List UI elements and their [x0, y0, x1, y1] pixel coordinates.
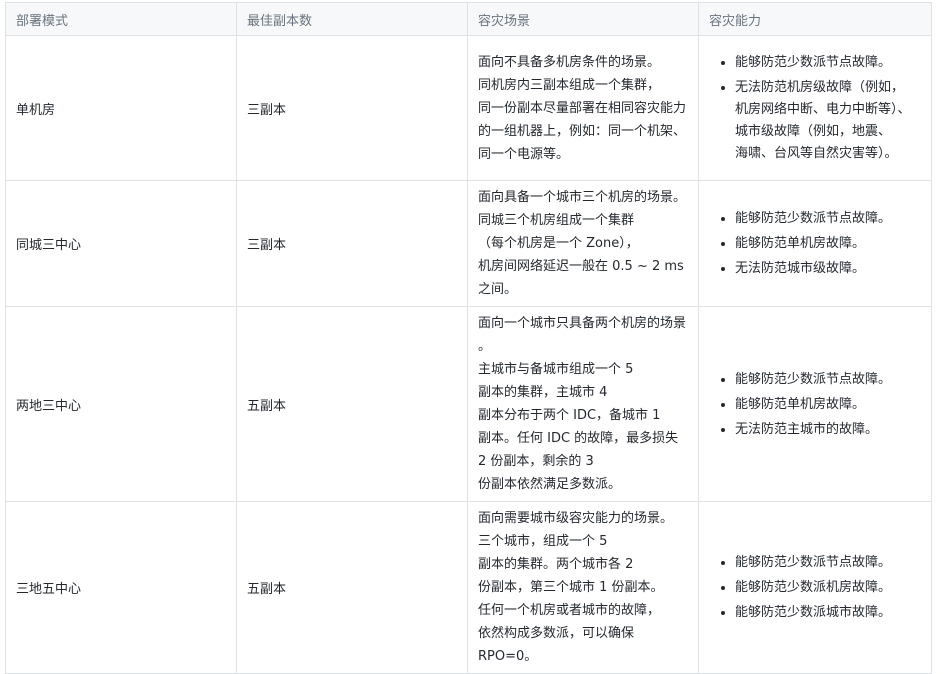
capability-line: 无法防范主城市的故障。 — [735, 421, 879, 437]
table-row: 单机房 三副本 面向不具备多机房条件的场景。 同机房内三副本组成一个集群， 同一… — [5, 35, 932, 181]
header-dr-capability: 容灾能力 — [698, 2, 932, 36]
scenario-line: 同一个电源等。 — [478, 146, 570, 162]
cell-scenario: 面向一个城市只具备两个机房的场景 。 主城市与备城市组成一个 5 副本的集群，主… — [467, 306, 699, 502]
capability-line: 能够防范少数派城市故障。 — [735, 605, 892, 620]
scenario-line: 份副本依然满足多数派。 — [478, 477, 622, 492]
capability-list: 能够防范少数派节点故障。 能够防范单机房故障。 无法防范主城市的故障。 — [709, 368, 921, 441]
capability-line: 能够防范少数派机房故障。 — [735, 580, 892, 595]
capability-item: 无法防范机房级故障（例如， 机房网络中断、电力中断等）、 城市级故障（例如，地震… — [735, 76, 921, 165]
scenario-line: 面向需要城市级容灾能力的场景。 — [478, 511, 674, 526]
capability-line: 能够防范少数派节点故障。 — [735, 555, 892, 570]
capability-line: 能够防范少数派节点故障。 — [735, 55, 892, 70]
scenario-line: 同一份副本尽量部署在相同容灾能力 — [478, 100, 687, 116]
capability-item: 能够防范少数派节点故障。 — [735, 51, 921, 74]
capability-item: 能够防范少数派节点故障。 — [735, 207, 921, 230]
capability-item: 能够防范少数派城市故障。 — [735, 601, 921, 624]
cell-capability: 能够防范少数派节点故障。 能够防范单机房故障。 无法防范城市级故障。 — [698, 180, 932, 307]
capability-list: 能够防范少数派节点故障。 无法防范机房级故障（例如， 机房网络中断、电力中断等）… — [709, 51, 921, 165]
capability-item: 能够防范少数派机房故障。 — [735, 576, 921, 599]
scenario-line: 的一组机器上，例如：同一个机架、 — [478, 123, 687, 139]
scenario-line: 副本的集群。两个城市各 2 — [478, 557, 634, 572]
capability-item: 能够防范单机房故障。 — [735, 393, 921, 416]
table-row: 同城三中心 三副本 面向具备一个城市三个机房的场景。 同城三个机房组成一个集群 … — [5, 180, 932, 307]
cell-capability: 能够防范少数派节点故障。 能够防范单机房故障。 无法防范主城市的故障。 — [698, 306, 932, 502]
capability-item: 能够防范少数派节点故障。 — [735, 551, 921, 574]
scenario-line: 主城市与备城市组成一个 5 — [478, 362, 634, 377]
capability-item: 能够防范少数派节点故障。 — [735, 368, 921, 391]
deployment-mode-table: 部署模式 最佳副本数 容灾场景 容灾能力 单机房 三副本 面向不具备多机房条件的… — [5, 2, 932, 674]
scenario-line: 同城三个机房组成一个集群 — [478, 213, 635, 228]
header-dr-scenario: 容灾场景 — [467, 2, 699, 36]
scenario-line: 依然构成多数派，可以确保 — [478, 626, 635, 641]
scenario-line: 2 份副本，剩余的 3 — [478, 454, 594, 469]
table-header-row: 部署模式 最佳副本数 容灾场景 容灾能力 — [5, 2, 932, 36]
cell-replicas: 三副本 — [236, 35, 468, 181]
capability-line: 能够防范单机房故障。 — [735, 396, 866, 412]
cell-deploy-mode: 同城三中心 — [5, 180, 237, 307]
capability-line: 无法防范城市级故障。 — [735, 261, 866, 276]
table-row: 两地三中心 五副本 面向一个城市只具备两个机房的场景 。 主城市与备城市组成一个… — [5, 306, 932, 502]
cell-scenario: 面向不具备多机房条件的场景。 同机房内三副本组成一个集群， 同一份副本尽量部署在… — [467, 35, 699, 181]
cell-scenario: 面向需要城市级容灾能力的场景。 三个城市，组成一个 5 副本的集群。两个城市各 … — [467, 501, 699, 674]
scenario-line: 面向具备一个城市三个机房的场景。 — [478, 190, 687, 205]
scenario-line: 副本的集群，主城市 4 — [478, 385, 608, 400]
cell-deploy-mode: 两地三中心 — [5, 306, 237, 502]
cell-replicas: 三副本 — [236, 180, 468, 307]
header-best-replicas: 最佳副本数 — [236, 2, 468, 36]
capability-line: 海啸、台风等自然灾害等）。 — [735, 146, 898, 161]
scenario-line: 三个城市，组成一个 5 — [478, 534, 608, 549]
cell-replicas: 五副本 — [236, 306, 468, 502]
scenario-line: 任何一个机房或者城市的故障， — [478, 603, 661, 618]
capability-list: 能够防范少数派节点故障。 能够防范单机房故障。 无法防范城市级故障。 — [709, 207, 921, 280]
cell-scenario: 面向具备一个城市三个机房的场景。 同城三个机房组成一个集群 （每个机房是一个 Z… — [467, 180, 699, 307]
capability-item: 无法防范城市级故障。 — [735, 257, 921, 280]
scenario-line: 副本。任何 IDC 的故障，最多损失 — [478, 431, 679, 446]
capability-item: 能够防范单机房故障。 — [735, 232, 921, 255]
table-row: 三地五中心 五副本 面向需要城市级容灾能力的场景。 三个城市，组成一个 5 副本… — [5, 501, 932, 674]
scenario-line: 面向一个城市只具备两个机房的场景 — [478, 316, 687, 331]
capability-list: 能够防范少数派节点故障。 能够防范少数派机房故障。 能够防范少数派城市故障。 — [709, 551, 921, 624]
capability-line: 无法防范机房级故障（例如， — [735, 80, 905, 95]
capability-item: 无法防范主城市的故障。 — [735, 418, 921, 441]
capability-line: 能够防范少数派节点故障。 — [735, 371, 892, 387]
scenario-line: 机房间网络延迟一般在 0.5 ~ 2 ms — [478, 259, 684, 274]
capability-line: 城市级故障（例如，地震、 — [735, 124, 892, 139]
cell-capability: 能够防范少数派节点故障。 无法防范机房级故障（例如， 机房网络中断、电力中断等）… — [698, 35, 932, 181]
deployment-table-container: 部署模式 最佳副本数 容灾场景 容灾能力 单机房 三副本 面向不具备多机房条件的… — [5, 2, 932, 674]
scenario-line: 之间。 — [478, 282, 518, 297]
cell-replicas: 五副本 — [236, 501, 468, 674]
cell-deploy-mode: 单机房 — [5, 35, 237, 181]
capability-line: 能够防范单机房故障。 — [735, 236, 866, 251]
cell-deploy-mode: 三地五中心 — [5, 501, 237, 674]
scenario-line: 面向不具备多机房条件的场景。 — [478, 54, 661, 70]
scenario-line: 同机房内三副本组成一个集群， — [478, 77, 661, 93]
capability-line: 机房网络中断、电力中断等）、 — [735, 102, 911, 117]
scenario-line: 份副本，第三个城市 1 份副本。 — [478, 580, 664, 595]
scenario-line: 副本分布于两个 IDC，备城市 1 — [478, 408, 661, 423]
scenario-line: RPO=0。 — [478, 649, 538, 664]
capability-line: 能够防范少数派节点故障。 — [735, 211, 892, 226]
cell-capability: 能够防范少数派节点故障。 能够防范少数派机房故障。 能够防范少数派城市故障。 — [698, 501, 932, 674]
scenario-line: 。 — [478, 339, 492, 354]
header-deploy-mode: 部署模式 — [5, 2, 237, 36]
scenario-line: （每个机房是一个 Zone）， — [478, 236, 639, 251]
